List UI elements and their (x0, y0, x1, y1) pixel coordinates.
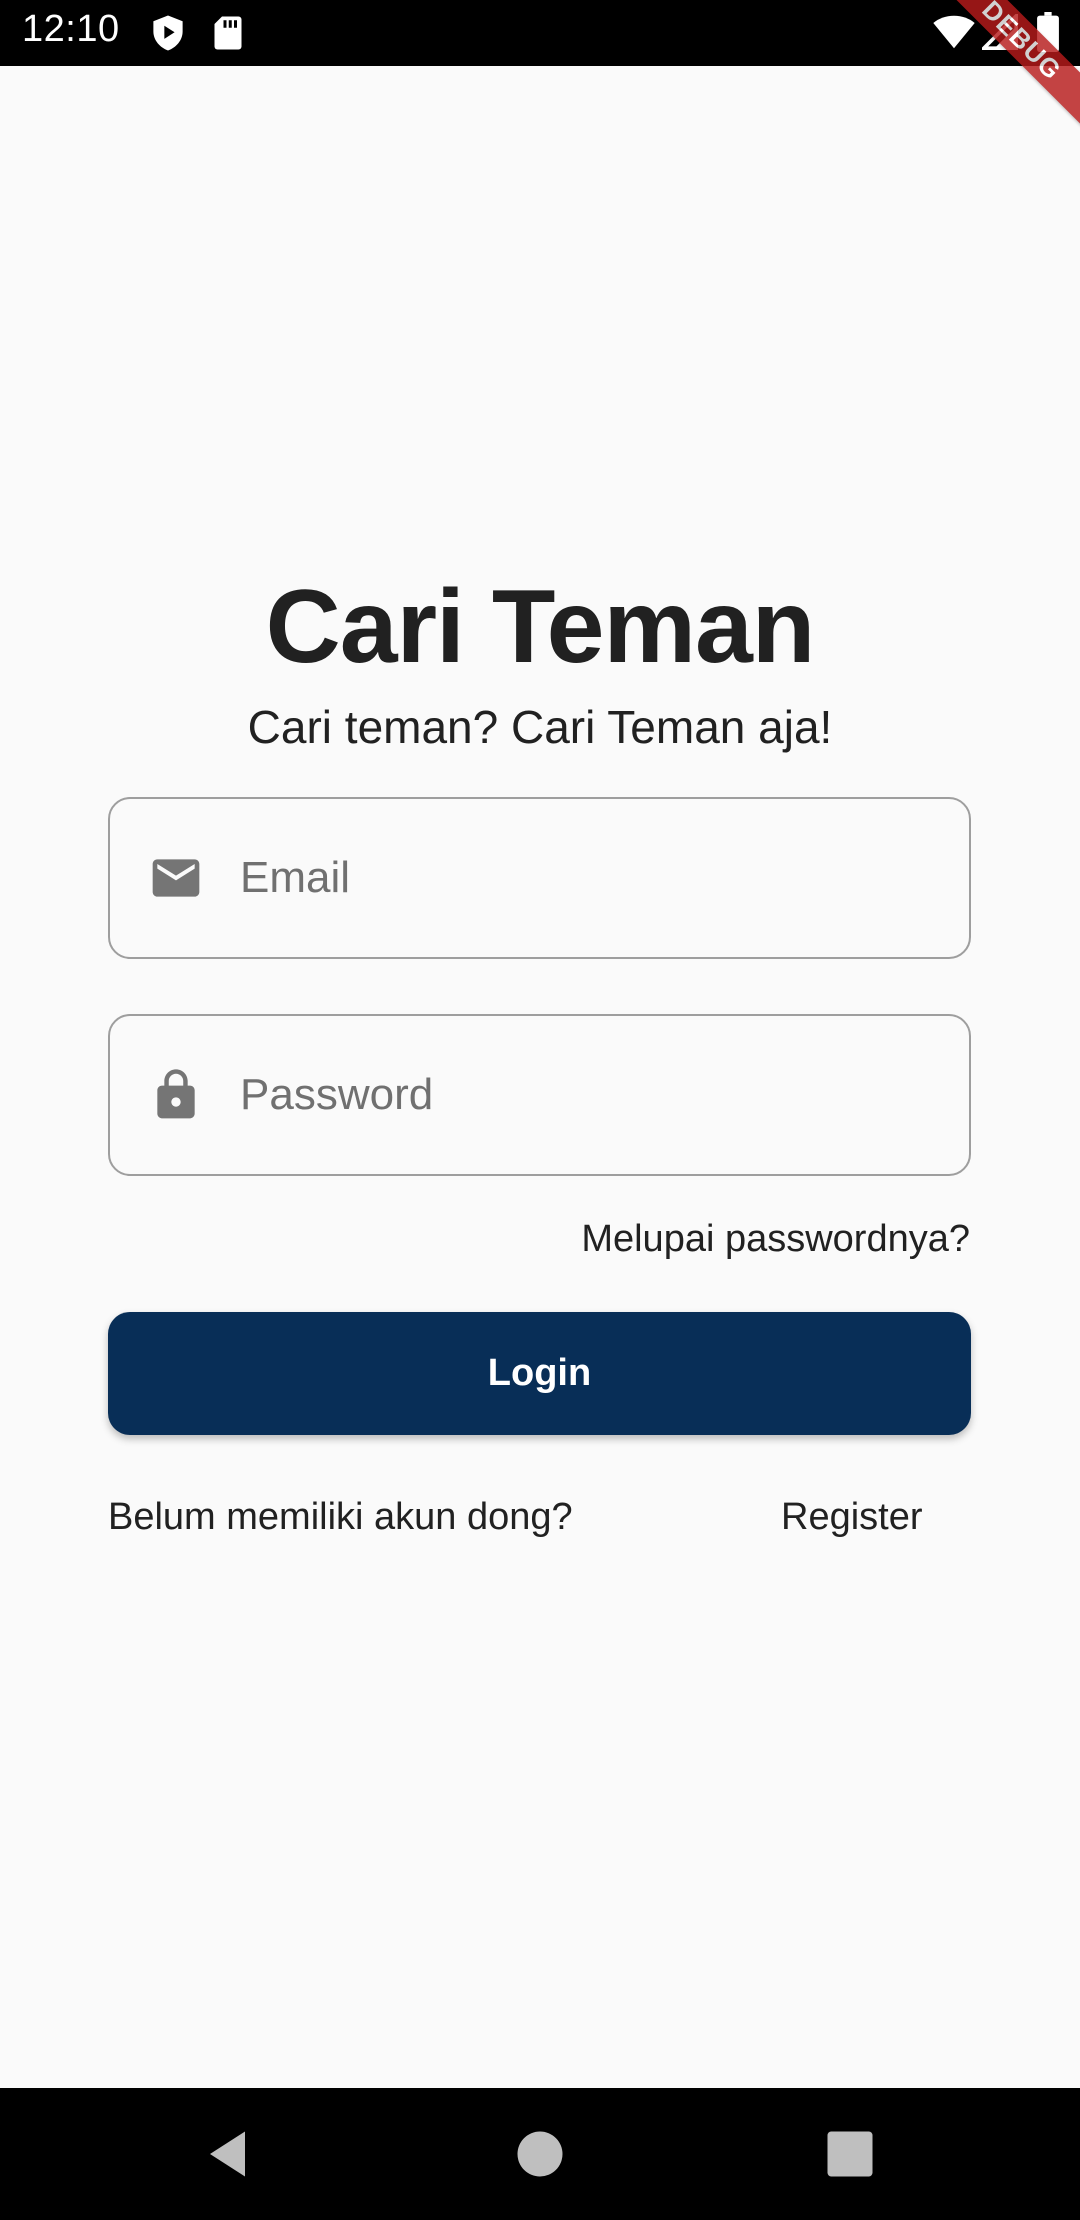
home-icon[interactable] (510, 2124, 570, 2184)
password-input[interactable] (240, 1016, 949, 1174)
back-icon[interactable] (200, 2124, 260, 2184)
status-time: 12:10 (22, 8, 120, 50)
password-field[interactable] (108, 1014, 971, 1176)
wifi-icon (933, 15, 975, 49)
login-screen: 12:10 DEBUG Cari Teman Cari teman? Cari … (0, 0, 1080, 2220)
lock-icon (157, 1069, 195, 1119)
recents-icon[interactable] (820, 2124, 880, 2184)
sd-card-icon (214, 16, 242, 50)
shield-play-icon (153, 15, 183, 51)
register-link[interactable]: Register (781, 1496, 923, 1539)
forgot-password-link[interactable]: Melupai passwordnya? (581, 1218, 970, 1261)
email-input[interactable] (240, 799, 949, 957)
mail-icon (152, 859, 200, 897)
status-bar: 12:10 (0, 0, 1080, 66)
email-field[interactable] (108, 797, 971, 959)
login-button[interactable]: Login (108, 1312, 971, 1435)
app-title: Cari Teman (265, 569, 816, 685)
navigation-bar (0, 2088, 1080, 2220)
app-subtitle: Cari teman? Cari Teman aja! (247, 701, 833, 753)
no-account-text: Belum memiliki akun dong? (108, 1496, 573, 1538)
